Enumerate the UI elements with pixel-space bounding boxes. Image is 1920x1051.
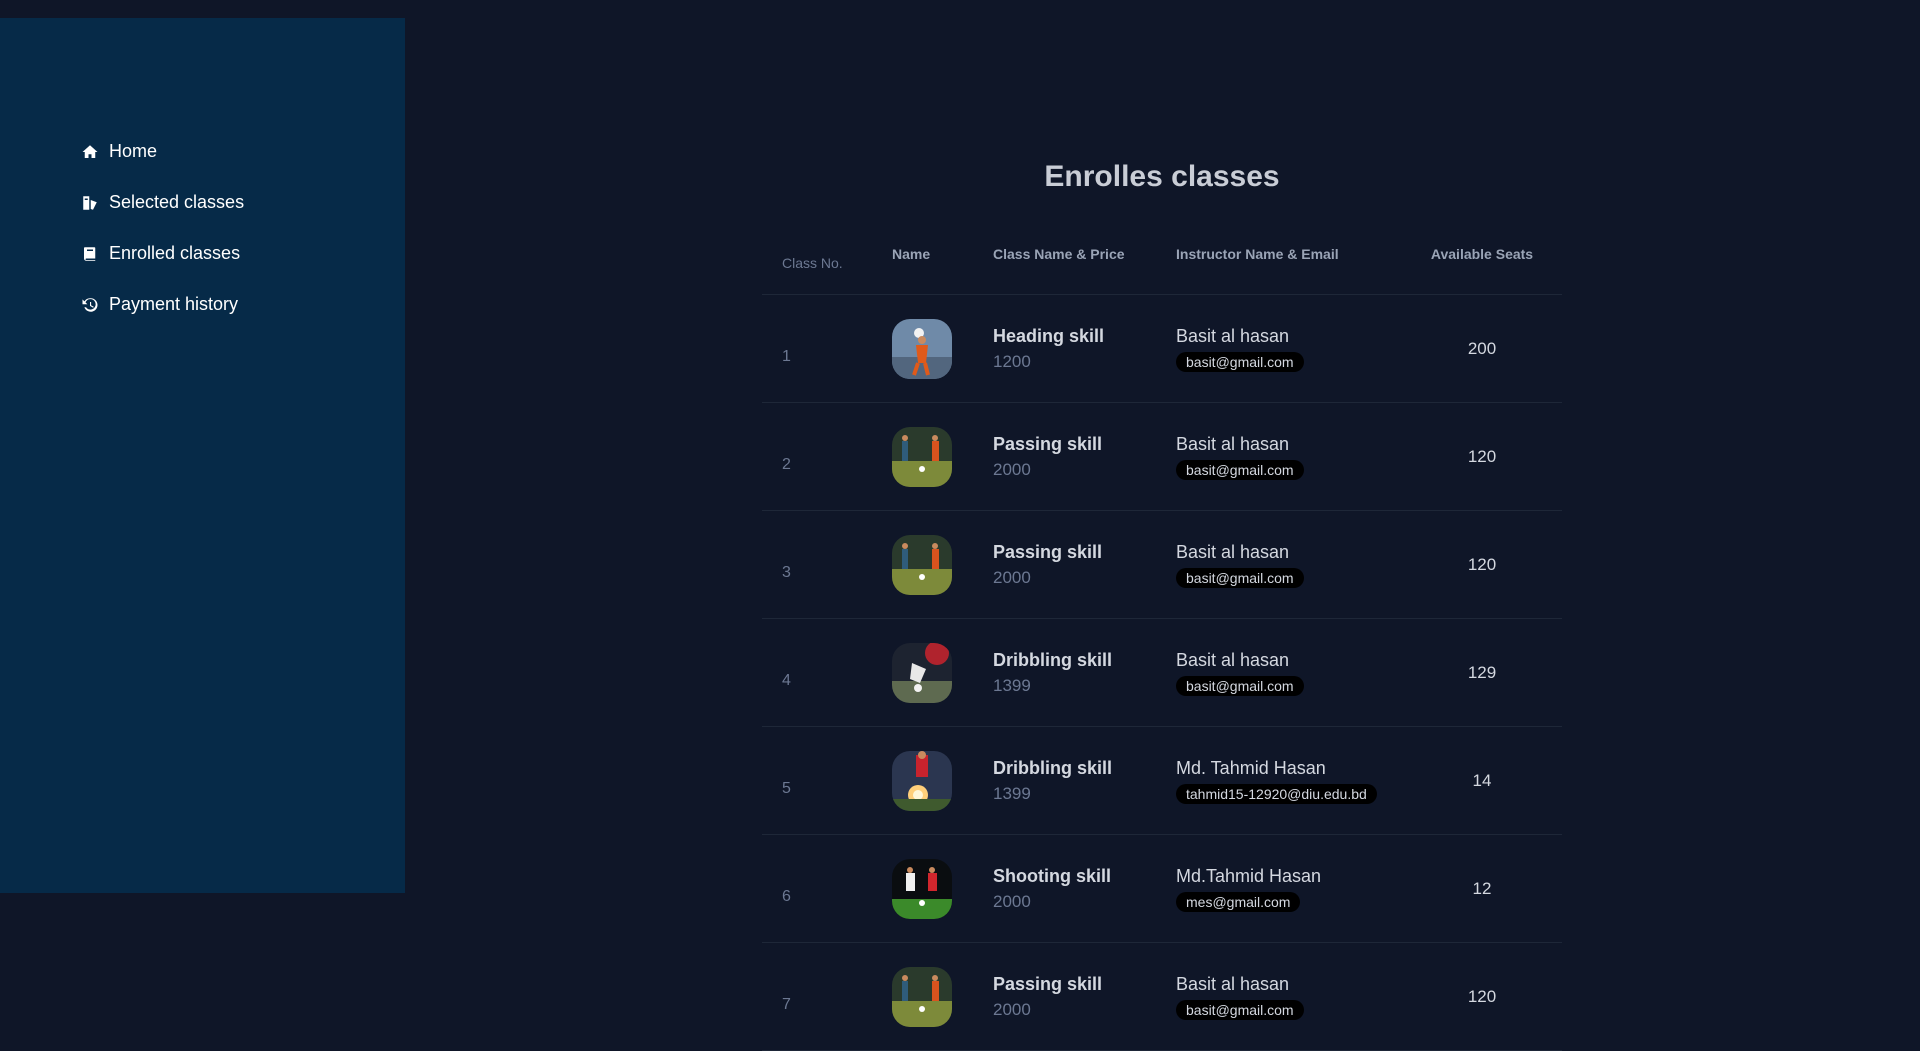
instructor-cell: Basit al hasan basit@gmail.com — [1176, 294, 1402, 403]
class-number: 2 — [762, 402, 892, 511]
instructor-cell: Basit al hasan basit@gmail.com — [1176, 402, 1402, 511]
available-seats: 120 — [1402, 510, 1562, 619]
class-image-cell — [892, 942, 993, 1051]
available-seats: 120 — [1402, 402, 1562, 511]
class-info-cell: Passing skill 2000 — [993, 402, 1176, 511]
column-header-instructor: Instructor Name & Email — [1176, 214, 1402, 295]
instructor-name: Basit al hasan — [1176, 973, 1290, 994]
instructor-email-badge: basit@gmail.com — [1176, 675, 1304, 696]
class-price: 2000 — [993, 459, 1031, 479]
column-header-class-name-price: Class Name & Price — [993, 214, 1176, 295]
table-row: 2 Passing skill 2000 Basit al hasan basi… — [762, 402, 1562, 511]
instructor-email-badge: basit@gmail.com — [1176, 999, 1304, 1020]
class-number: 6 — [762, 834, 892, 943]
table-row: 7 Passing skill 2000 Basit al hasan basi… — [762, 942, 1562, 1051]
sidebar-item-label: Payment history — [109, 294, 239, 314]
available-seats: 129 — [1402, 618, 1562, 727]
available-seats: 200 — [1402, 294, 1562, 403]
class-name: Dribbling skill — [993, 649, 1113, 670]
class-image-cell — [892, 510, 993, 619]
instructor-cell: Md. Tahmid Hasan tahmid15-12920@diu.edu.… — [1176, 726, 1402, 835]
sidebar-item-label: Selected classes — [109, 192, 245, 212]
table-row: 6 Shooting skill 2000 Md.Tahmid Hasan me… — [762, 834, 1562, 943]
class-price: 1399 — [993, 783, 1031, 803]
class-image-cell — [892, 402, 993, 511]
sidebar-item-payment-history[interactable]: Payment history — [80, 279, 244, 330]
class-info-cell: Dribbling skill 1399 — [993, 618, 1176, 727]
class-info-cell: Passing skill 2000 — [993, 510, 1176, 619]
page-title: Enrolles classes — [1044, 160, 1280, 194]
class-name: Passing skill — [993, 433, 1103, 454]
available-seats: 120 — [1402, 942, 1562, 1051]
dribbling-skill-photo — [892, 642, 952, 703]
instructor-name: Basit al hasan — [1176, 541, 1290, 562]
heading-skill-photo — [892, 318, 952, 379]
class-name: Dribbling skill — [993, 757, 1113, 778]
sidebar-item-enrolled-classes[interactable]: Enrolled classes — [80, 228, 244, 279]
class-price: 2000 — [993, 567, 1031, 587]
instructor-name: Basit al hasan — [1176, 325, 1290, 346]
class-price: 1399 — [993, 675, 1031, 695]
selected-classes-icon — [80, 193, 100, 213]
column-header-available-seats: Available Seats — [1402, 214, 1562, 295]
instructor-name: Md.Tahmid Hasan — [1176, 865, 1322, 886]
instructor-email-badge: tahmid15-12920@diu.edu.bd — [1176, 783, 1377, 804]
shooting-skill-photo — [892, 858, 952, 919]
dribbling-skill-photo-2 — [892, 750, 952, 811]
class-number: 1 — [762, 294, 892, 403]
class-number: 5 — [762, 726, 892, 835]
class-info-cell: Passing skill 2000 — [993, 942, 1176, 1051]
column-header-class-no: Class No. — [762, 214, 892, 295]
instructor-name: Md. Tahmid Hasan — [1176, 757, 1326, 778]
class-info-cell: Shooting skill 2000 — [993, 834, 1176, 943]
passing-skill-photo — [892, 534, 952, 595]
sidebar-item-label: Home — [109, 141, 158, 161]
instructor-cell: Basit al hasan basit@gmail.com — [1176, 618, 1402, 727]
passing-skill-photo — [892, 426, 952, 487]
sidebar-item-label: Enrolled classes — [109, 243, 241, 263]
book-icon — [80, 244, 100, 264]
sidebar: Home Selected classes Enrolled classes P… — [0, 18, 405, 893]
class-info-cell: Heading skill 1200 — [993, 294, 1176, 403]
instructor-email-badge: mes@gmail.com — [1176, 891, 1301, 912]
sidebar-item-home[interactable]: Home — [80, 126, 244, 177]
instructor-email-badge: basit@gmail.com — [1176, 567, 1304, 588]
home-icon — [80, 142, 100, 162]
table-row: 1 Heading skill 1200 Basit al hasan basi… — [762, 294, 1562, 403]
available-seats: 14 — [1402, 726, 1562, 835]
enrolled-classes-table: Class No. Name Class Name & Price Instru… — [762, 214, 1562, 1051]
class-image-cell — [892, 726, 993, 835]
class-info-cell: Dribbling skill 1399 — [993, 726, 1176, 835]
available-seats: 12 — [1402, 834, 1562, 943]
class-number: 4 — [762, 618, 892, 727]
class-price: 1200 — [993, 351, 1031, 371]
class-name: Shooting skill — [993, 865, 1112, 886]
class-image-cell — [892, 618, 993, 727]
class-image-cell — [892, 294, 993, 403]
sidebar-nav: Home Selected classes Enrolled classes P… — [80, 126, 244, 330]
class-image-cell — [892, 834, 993, 943]
class-price: 2000 — [993, 999, 1031, 1019]
table-row: 3 Passing skill 2000 Basit al hasan basi… — [762, 510, 1562, 619]
table-row: 4 Dribbling skill 1399 Basit al hasan ba… — [762, 618, 1562, 727]
sidebar-item-selected-classes[interactable]: Selected classes — [80, 177, 244, 228]
table-row: 5 Dribbling skill 1399 Md. Tahmid Hasan … — [762, 726, 1562, 835]
instructor-cell: Md.Tahmid Hasan mes@gmail.com — [1176, 834, 1402, 943]
class-number: 3 — [762, 510, 892, 619]
class-price: 2000 — [993, 891, 1031, 911]
table-header-row: Class No. Name Class Name & Price Instru… — [762, 214, 1562, 295]
instructor-name: Basit al hasan — [1176, 433, 1290, 454]
passing-skill-photo — [892, 966, 952, 1027]
instructor-email-badge: basit@gmail.com — [1176, 459, 1304, 480]
instructor-email-badge: basit@gmail.com — [1176, 351, 1304, 372]
history-icon — [80, 295, 100, 315]
instructor-name: Basit al hasan — [1176, 649, 1290, 670]
class-number: 7 — [762, 942, 892, 1051]
instructor-cell: Basit al hasan basit@gmail.com — [1176, 510, 1402, 619]
instructor-cell: Basit al hasan basit@gmail.com — [1176, 942, 1402, 1051]
class-name: Passing skill — [993, 541, 1103, 562]
class-name: Heading skill — [993, 325, 1105, 346]
column-header-name: Name — [892, 214, 993, 295]
class-name: Passing skill — [993, 973, 1103, 994]
